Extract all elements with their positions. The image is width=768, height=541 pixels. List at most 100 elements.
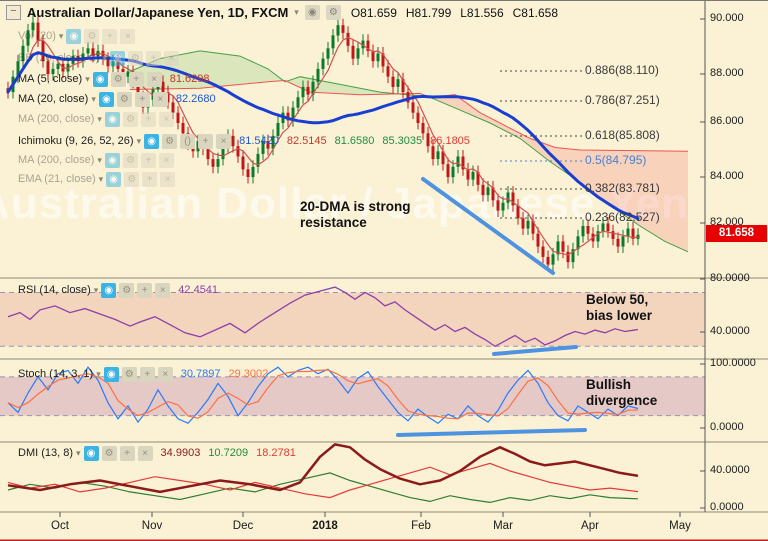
chevron-down-icon[interactable]: ▾ (96, 369, 101, 380)
price-axis-label: 90.000 (710, 12, 744, 24)
add-indicator-button[interactable]: + (145, 50, 161, 66)
indicator-legend-row[interactable]: MA (200, close) ▾ ◉ ⚙ + × (18, 111, 174, 127)
fib-level-label[interactable]: 0.382(83.781) (585, 181, 660, 195)
add-indicator-button[interactable]: + (102, 28, 118, 44)
candle-body (526, 220, 530, 229)
drawn-trendline[interactable] (492, 345, 578, 356)
chevron-down-icon[interactable]: ▾ (99, 174, 104, 185)
indicator-legend-row[interactable]: DMI (13, 8) ▾ ◉ ⚙ + × 34.9903 10.7209 18.2781 (18, 445, 296, 461)
fib-level-label[interactable]: 0.236(82.527) (585, 210, 660, 224)
add-indicator-button[interactable]: + (134, 91, 150, 107)
add-indicator-button[interactable]: + (142, 171, 158, 187)
indicator-legend-row[interactable]: MA (200, close) ▾ ◉ ⚙ + × (18, 152, 174, 168)
settings-button[interactable]: ⚙ (124, 171, 140, 187)
add-indicator-button[interactable]: + (139, 366, 155, 382)
indicator-legend-row[interactable]: Stoch (14, 3, 1) ▾ ◉ ⚙ + × 30.7897 29.3002 (18, 366, 268, 382)
remove-indicator-button[interactable]: × (160, 171, 176, 187)
visibility-toggle-button[interactable]: ◉ (304, 5, 320, 20)
symbol-title[interactable]: Australian Dollar/Japanese Yen, 1D, FXCM (27, 5, 288, 20)
add-indicator-button[interactable]: + (119, 445, 135, 461)
candle-body (411, 102, 415, 113)
settings-button[interactable]: ⚙ (116, 91, 132, 107)
chevron-down-icon[interactable]: ▾ (91, 94, 96, 105)
indicator-legend-row[interactable]: RSI (14, close) ▾ ◉ ⚙ + × 42.4541 (18, 282, 218, 298)
remove-indicator-button[interactable]: × (157, 366, 173, 382)
chart-annotation[interactable]: Below 50, bias lower (586, 292, 652, 324)
settings-button[interactable]: ⚙ (119, 282, 135, 298)
collapse-icon[interactable]: − (6, 5, 21, 20)
chevron-down-icon[interactable]: ▾ (59, 31, 64, 42)
visibility-toggle-button[interactable]: ◉ (144, 133, 160, 149)
low-value: L81.556 (460, 5, 504, 20)
candle-body (626, 228, 630, 237)
candle-body (321, 58, 325, 69)
fib-level-label[interactable]: 0.886(88.110) (585, 63, 659, 77)
remove-indicator-button[interactable]: × (163, 50, 179, 66)
settings-button[interactable]: ⚙ (121, 366, 137, 382)
settings-button[interactable]: ⚙ (127, 50, 143, 66)
remove-indicator-button[interactable]: × (155, 282, 171, 298)
remove-indicator-button[interactable]: × (137, 445, 153, 461)
candle-body (481, 184, 485, 196)
chart-annotation[interactable]: Bullish divergence (586, 377, 657, 409)
settings-button[interactable]: ⚙ (325, 5, 341, 20)
settings-button[interactable]: ⚙ (101, 445, 117, 461)
visibility-toggle-button[interactable]: ◉ (98, 91, 114, 107)
fib-level-label[interactable]: 0.5(84.795) (585, 153, 646, 167)
visibility-toggle-button[interactable]: ◉ (103, 366, 119, 382)
indicator-legend-row[interactable]: Ichimoku (9, 26, 52, 26) ▾ ◉ ⚙() + × 81.5420 82… (18, 133, 470, 149)
chevron-down-icon[interactable]: ▾ (97, 114, 102, 125)
indicator-legend-row[interactable]: MA (5, close) ▾ ◉ ⚙ + × 81.6298 (18, 71, 209, 87)
add-indicator-button[interactable]: + (198, 133, 214, 149)
remove-indicator-button[interactable]: × (120, 28, 136, 44)
indicator-legend-row[interactable]: BB (20, close, 2) ▾ ◉ ⚙ + × (18, 50, 179, 66)
candle-body (391, 76, 395, 87)
add-indicator-button[interactable]: + (140, 111, 156, 127)
remove-indicator-button[interactable]: × (158, 152, 174, 168)
ohlc-readout: O81.659 H81.799 L81.556 C81.658 (351, 6, 558, 20)
plus-di-line (7, 472, 639, 504)
indicator-legend-row[interactable]: MA (20, close) ▾ ◉ ⚙ + × 82.2680 (18, 91, 216, 107)
visibility-toggle-button[interactable]: ◉ (101, 282, 117, 298)
settings-button[interactable]: ⚙ (122, 111, 138, 127)
indicator-value: 82.5145 (286, 135, 327, 147)
add-indicator-button[interactable]: + (137, 282, 153, 298)
candle-body (546, 256, 550, 265)
chart-annotation[interactable]: 20-DMA is strong resistance (300, 199, 411, 231)
chevron-down-icon[interactable]: ▾ (94, 285, 99, 296)
add-indicator-button[interactable]: + (140, 152, 156, 168)
visibility-toggle-button[interactable]: ◉ (104, 111, 120, 127)
indicator-legend-row[interactable]: EMA (21, close) ▾ ◉ ⚙ + × (18, 171, 176, 187)
visibility-toggle-button[interactable]: ◉ (83, 445, 99, 461)
chevron-down-icon[interactable]: ▾ (97, 155, 102, 166)
price-axis-label: 88.000 (710, 67, 744, 79)
source-button[interactable]: () (180, 133, 196, 149)
visibility-toggle-button[interactable]: ◉ (104, 152, 120, 168)
price-axis-label: 86.000 (710, 115, 744, 127)
visibility-toggle-button[interactable]: ◉ (109, 50, 125, 66)
fib-level-label[interactable]: 0.786(87.251) (585, 93, 660, 107)
drawn-trendline[interactable] (396, 428, 587, 437)
add-indicator-button[interactable]: + (128, 71, 144, 87)
visibility-toggle-button[interactable]: ◉ (106, 171, 122, 187)
chevron-down-icon[interactable]: ▾ (294, 7, 299, 18)
fib-level-label[interactable]: 0.618(85.808) (585, 128, 660, 142)
settings-button[interactable]: ⚙ (110, 71, 126, 87)
indicator-legend-row[interactable]: Vol (20) ▾ ◉ ⚙ + × (18, 28, 136, 44)
settings-button[interactable]: ⚙ (122, 152, 138, 168)
indicator-label: Stoch (14, 3, 1) (18, 368, 94, 380)
visibility-toggle-button[interactable]: ◉ (92, 71, 108, 87)
remove-indicator-button[interactable]: × (216, 133, 232, 149)
chevron-down-icon[interactable]: ▾ (76, 448, 81, 459)
settings-button[interactable]: ⚙ (84, 28, 100, 44)
remove-indicator-button[interactable]: × (158, 111, 174, 127)
candle-body (536, 233, 540, 247)
chevron-down-icon[interactable]: ▾ (137, 136, 142, 147)
candle-body (251, 166, 255, 178)
chevron-down-icon[interactable]: ▾ (102, 53, 107, 64)
settings-button[interactable]: ⚙ (162, 133, 178, 149)
remove-indicator-button[interactable]: × (146, 71, 162, 87)
visibility-toggle-button[interactable]: ◉ (66, 28, 82, 44)
remove-indicator-button[interactable]: × (152, 91, 168, 107)
chevron-down-icon[interactable]: ▾ (85, 74, 90, 85)
